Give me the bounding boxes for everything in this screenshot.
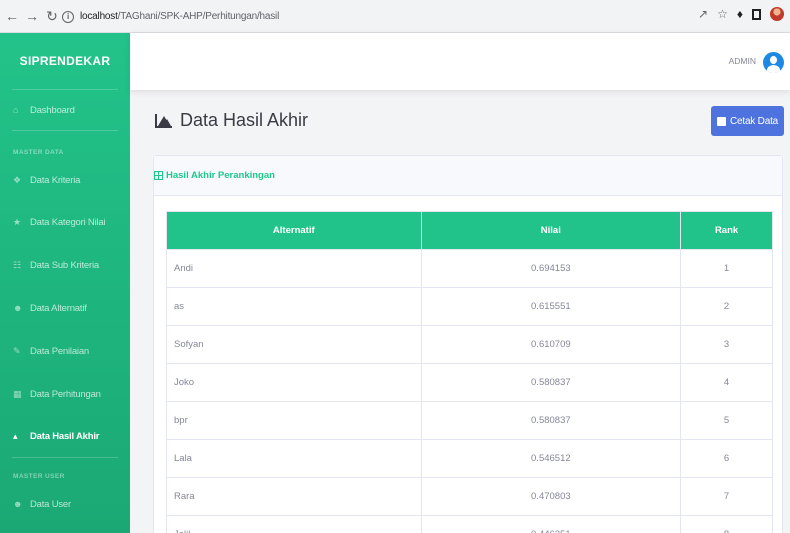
- forward-icon[interactable]: →: [24, 6, 40, 26]
- sidebar: SIPRENDEKAR ⌂ Dashboard MASTER DATA ❖ Da…: [0, 33, 130, 533]
- column-header-nilai[interactable]: Nilai: [420, 211, 682, 250]
- cell-nilai: 0.615551: [420, 287, 682, 326]
- card-header: Hasil Akhir Perankingan: [154, 156, 782, 196]
- cell-rank: 7: [680, 477, 773, 516]
- section-label-master-data: MASTER DATA: [13, 149, 64, 156]
- sitemap-icon: ☷: [13, 259, 21, 270]
- print-icon: [716, 116, 726, 126]
- page-title: Data Hasil Akhir: [155, 110, 308, 131]
- info-icon[interactable]: i: [62, 10, 74, 23]
- sidebar-item-label: Dashboard: [30, 104, 75, 116]
- table-row: as 0.615551 2: [166, 287, 773, 326]
- table-icon: [154, 171, 163, 180]
- cube-icon: ❖: [13, 174, 21, 185]
- cell-nilai: 0.446351: [420, 515, 682, 533]
- cell-alternatif: Jalil: [166, 515, 422, 533]
- cell-rank: 1: [680, 249, 773, 288]
- extensions-icon[interactable]: ♦: [737, 7, 743, 21]
- table-row: bpr 0.580837 5: [166, 401, 773, 440]
- table-header-row: Alternatif Nilai Rank: [166, 211, 773, 250]
- users-cog-icon: ☻: [13, 499, 23, 509]
- address-bar[interactable]: i localhost/TAGhani/SPK-AHP/Perhitungan/…: [62, 6, 650, 27]
- column-header-rank[interactable]: Rank: [680, 211, 773, 250]
- sidebar-item-perhitungan[interactable]: ▦ Data Perhitungan: [0, 382, 130, 406]
- sidebar-divider: [12, 130, 118, 131]
- browser-actions: ↗ ☆ ♦: [698, 7, 784, 21]
- reload-icon[interactable]: ↻: [44, 6, 60, 26]
- cell-nilai: 0.546512: [420, 439, 682, 478]
- area-chart-icon: ▴: [13, 430, 18, 441]
- cell-rank: 3: [680, 325, 773, 364]
- cell-alternatif: bpr: [166, 401, 422, 440]
- sidebar-item-dashboard[interactable]: ⌂ Dashboard: [0, 98, 130, 122]
- sidebar-item-label: Data Hasil Akhir: [30, 430, 100, 442]
- sidebar-item-label: Data Sub Kriteria: [30, 259, 99, 271]
- cell-nilai: 0.580837: [420, 363, 682, 402]
- table-row: Jalil 0.446351 8: [166, 515, 773, 533]
- cell-alternatif: Joko: [166, 363, 422, 402]
- sidebar-divider: [12, 457, 118, 458]
- sidepanel-icon[interactable]: [752, 8, 761, 20]
- cell-nilai: 0.694153: [420, 249, 682, 288]
- table-row: Rara 0.470803 7: [166, 477, 773, 516]
- ranking-table: Alternatif Nilai Rank Andi 0.694153 1 as…: [166, 211, 773, 533]
- sidebar-item-label: Data Perhitungan: [30, 388, 101, 400]
- sidebar-item-label: Data Kategori Nilai: [30, 216, 106, 228]
- page-title-text: Data Hasil Akhir: [180, 110, 309, 130]
- table-row: Sofyan 0.610709 3: [166, 325, 773, 364]
- table-row: Joko 0.580837 4: [166, 363, 773, 402]
- user-avatar-icon[interactable]: [763, 52, 784, 73]
- back-icon[interactable]: ←: [4, 6, 20, 26]
- column-header-alternatif[interactable]: Alternatif: [166, 211, 422, 250]
- bookmark-star-icon[interactable]: ☆: [717, 7, 728, 21]
- card-title: Hasil Akhir Perankingan: [166, 170, 275, 181]
- cell-nilai: 0.470803: [420, 477, 682, 516]
- cell-alternatif: as: [166, 287, 422, 326]
- sidebar-item-hasil-akhir[interactable]: ▴ Data Hasil Akhir: [0, 424, 130, 448]
- users-icon: ☻: [13, 303, 23, 313]
- share-icon[interactable]: ↗: [698, 7, 708, 21]
- brand-title[interactable]: SIPRENDEKAR: [12, 33, 118, 90]
- cell-rank: 8: [680, 515, 773, 533]
- home-icon: ⌂: [13, 105, 19, 115]
- cell-alternatif: Sofyan: [166, 325, 422, 364]
- table-row: Andi 0.694153 1: [166, 249, 773, 288]
- sidebar-item-alternatif[interactable]: ☻ Data Alternatif: [0, 296, 130, 320]
- sidebar-item-penilaian[interactable]: ✎ Data Penilaian: [0, 339, 130, 363]
- print-button[interactable]: Cetak Data: [711, 106, 784, 136]
- sidebar-item-label: Data Kriteria: [30, 174, 81, 186]
- sidebar-item-label: Data Alternatif: [30, 302, 87, 314]
- sidebar-item-kategori-nilai[interactable]: ★ Data Kategori Nilai: [0, 210, 130, 234]
- star-icon: ★: [13, 216, 21, 227]
- section-label-master-user: MASTER USER: [13, 473, 65, 480]
- cell-alternatif: Lala: [166, 439, 422, 478]
- profile-avatar-icon[interactable]: [770, 7, 784, 21]
- browser-toolbar: ← → ↻ i localhost/TAGhani/SPK-AHP/Perhit…: [0, 0, 790, 33]
- cell-alternatif: Rara: [166, 477, 422, 516]
- sidebar-item-kriteria[interactable]: ❖ Data Kriteria: [0, 168, 130, 192]
- user-name[interactable]: ADMIN: [729, 56, 756, 66]
- sidebar-item-sub-kriteria[interactable]: ☷ Data Sub Kriteria: [0, 253, 130, 277]
- url-path: /TAGhani/SPK-AHP/Perhitungan/hasil: [117, 11, 280, 22]
- edit-icon: ✎: [13, 345, 21, 356]
- topbar: ADMIN: [130, 33, 790, 90]
- calculator-icon: ▦: [13, 388, 22, 399]
- result-card: Hasil Akhir Perankingan Alternatif Nilai…: [153, 155, 783, 533]
- sidebar-item-label: Data Penilaian: [30, 345, 89, 357]
- sidebar-item-label: Data User: [30, 498, 71, 510]
- cell-alternatif: Andi: [166, 249, 422, 288]
- cell-nilai: 0.580837: [420, 401, 682, 440]
- cell-rank: 4: [680, 363, 773, 402]
- sidebar-item-user[interactable]: ☻ Data User: [0, 492, 130, 516]
- cell-rank: 2: [680, 287, 773, 326]
- area-chart-icon: [155, 113, 172, 128]
- table-row: Lala 0.546512 6: [166, 439, 773, 478]
- cell-rank: 6: [680, 439, 773, 478]
- cell-rank: 5: [680, 401, 773, 440]
- url-host: localhost: [80, 11, 118, 22]
- print-button-label: Cetak Data: [729, 115, 779, 127]
- cell-nilai: 0.610709: [420, 325, 682, 364]
